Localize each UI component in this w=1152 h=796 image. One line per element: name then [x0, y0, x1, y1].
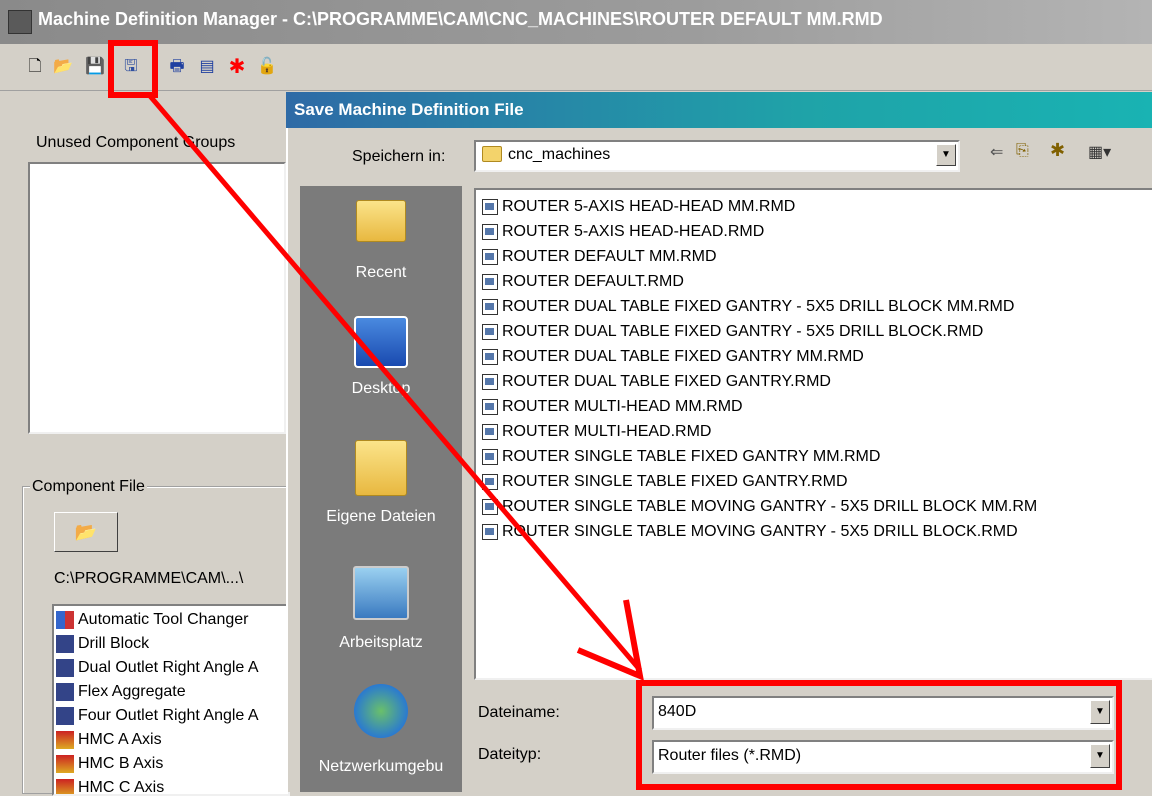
- annotation-arrow: [148, 94, 644, 681]
- arrow-line: [148, 94, 642, 672]
